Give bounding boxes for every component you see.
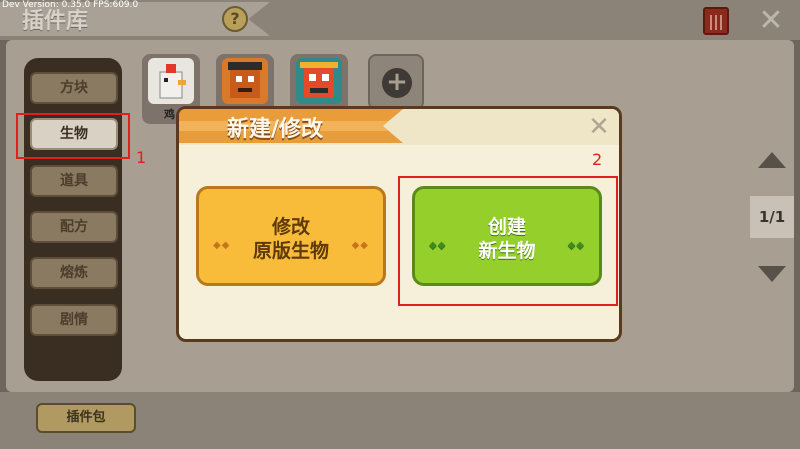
close-icon[interactable]: ✕ xyxy=(756,6,786,36)
annotation-box-1 xyxy=(16,113,130,159)
plugin-pack-button[interactable]: 插件包 xyxy=(36,403,136,433)
creature-icon-1 xyxy=(222,58,268,104)
app-window: 插件库 ? Dev Version: 0.35.0 FPS:609.0 ✕ 方块… xyxy=(0,0,800,449)
creature-icon-2 xyxy=(296,58,342,104)
page-up-icon[interactable] xyxy=(758,152,786,168)
add-plugin-button[interactable]: + xyxy=(368,54,424,110)
sidebar-item-blocks[interactable]: 方块 xyxy=(30,72,118,104)
page-down-icon[interactable] xyxy=(758,266,786,282)
debug-info: Dev Version: 0.35.0 FPS:609.0 xyxy=(2,0,139,10)
trash-icon[interactable] xyxy=(703,7,729,35)
plus-icon: + xyxy=(382,68,412,98)
tile-label: 鸡 xyxy=(164,108,175,121)
dialog-title: 新建/修改 xyxy=(227,117,324,142)
annotation-box-2 xyxy=(398,176,618,306)
sidebar-item-smelting[interactable]: 熔炼 xyxy=(30,257,118,289)
top-bar: 插件库 ? Dev Version: 0.35.0 FPS:609.0 ✕ xyxy=(0,0,800,40)
annotation-number-2: 2 xyxy=(592,150,603,169)
sidebar-item-story[interactable]: 剧情 xyxy=(30,304,118,336)
page-indicator: 1/1 xyxy=(750,196,794,238)
dialog-close-icon[interactable]: ✕ xyxy=(586,114,612,140)
diamond-deco-icon: ◆◆ xyxy=(213,240,231,251)
diamond-deco-icon: ◆◆ xyxy=(351,240,369,251)
sidebar-item-items[interactable]: 道具 xyxy=(30,165,118,197)
sidebar-item-recipes[interactable]: 配方 xyxy=(30,211,118,243)
modify-original-creature-button[interactable]: 修改 原版生物 ◆◆ ◆◆ xyxy=(196,186,386,286)
annotation-number-1: 1 xyxy=(136,148,147,167)
help-button[interactable]: ? xyxy=(222,6,248,32)
chicken-icon xyxy=(148,58,194,104)
